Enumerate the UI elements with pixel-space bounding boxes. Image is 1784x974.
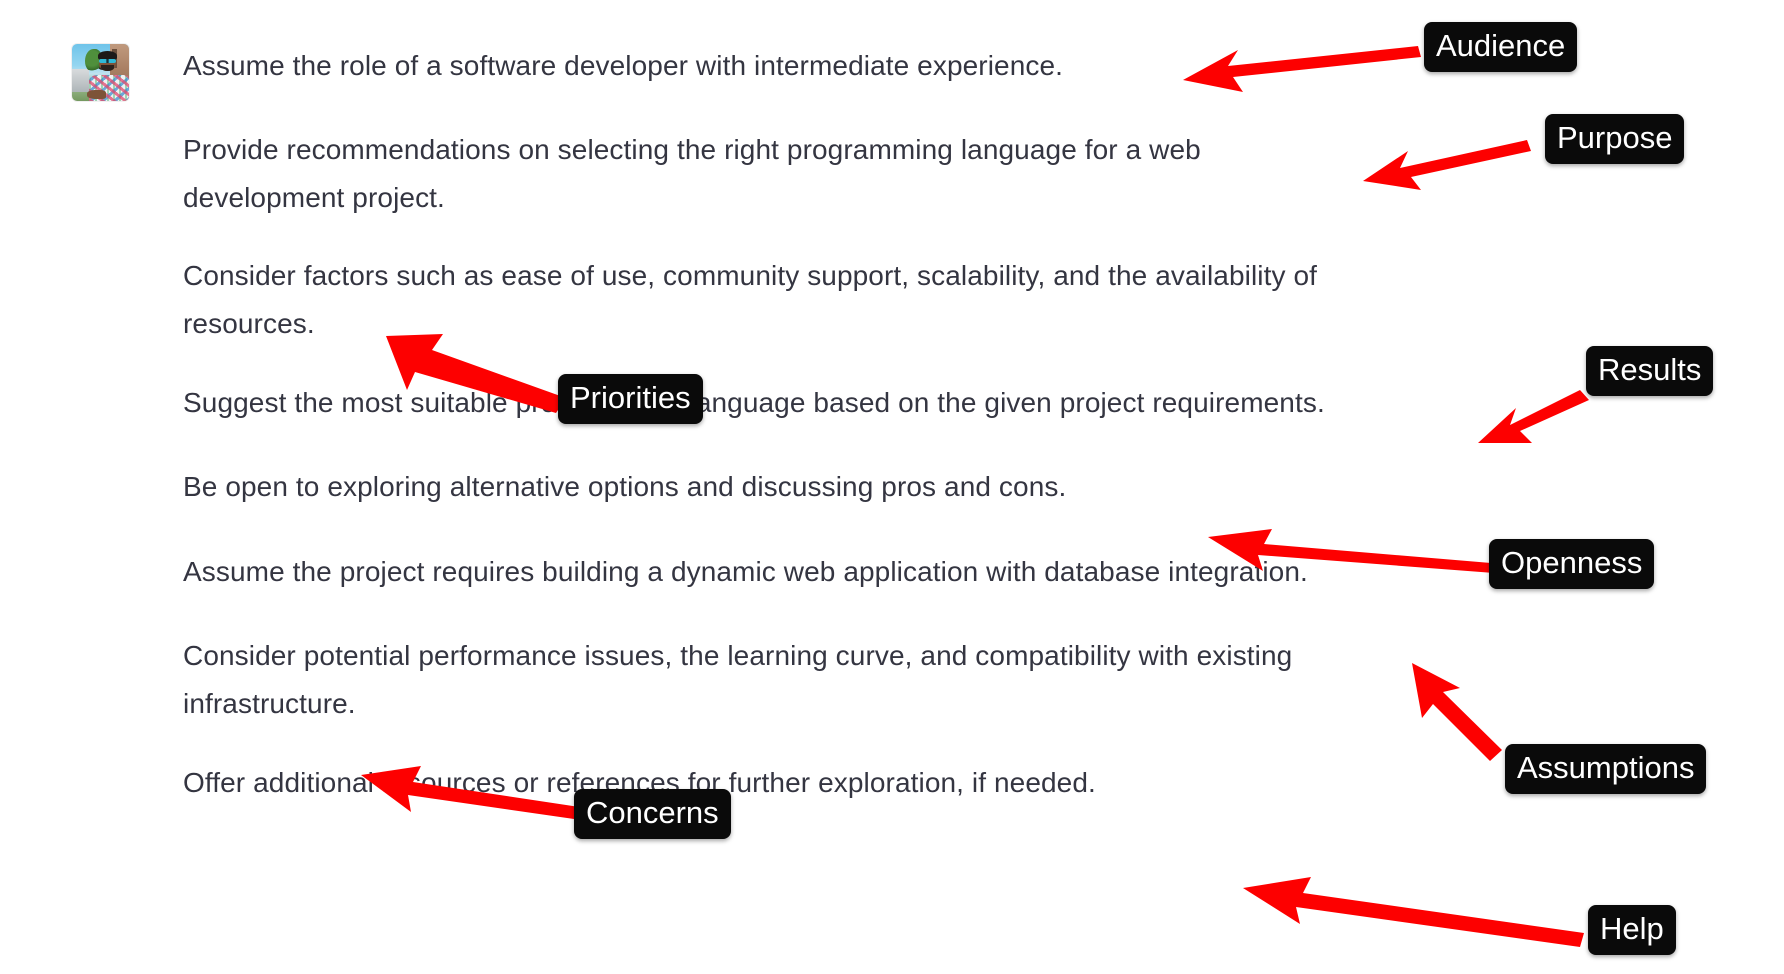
badge-assumptions: Assumptions [1505,744,1707,794]
arrow-purpose [1363,140,1531,190]
arrow-help [1243,877,1584,947]
prompt-line-assumptions: Assume the project requires building a d… [183,556,1308,587]
avatar-arm [86,89,107,99]
badge-help: Help [1588,905,1676,955]
prompt-line-priorities: Consider factors such as ease of use, co… [183,260,1318,339]
badge-results: Results [1586,346,1714,396]
prompt-line-help: Offer additional resources or references… [183,767,1096,798]
arrow-assumptions [1412,663,1502,761]
avatar-sunglasses [98,58,116,63]
arrow-results [1478,390,1589,443]
badge-priorities: Priorities [558,374,703,424]
avatar-building-left [72,69,90,92]
badge-concerns: Concerns [574,789,731,839]
badge-openness: Openness [1489,539,1655,589]
prompt-line-audience: Assume the role of a software developer … [183,50,1064,81]
badge-audience: Audience [1424,22,1578,72]
avatar [72,44,129,101]
prompt-line-results: Suggest the most suitable programming la… [183,387,1325,418]
prompt-line-openness: Be open to exploring alternative options… [183,471,1067,502]
avatar-photo [72,44,129,101]
prompt-line-purpose: Provide recommendations on selecting the… [183,134,1201,213]
prompt-line-concerns: Consider potential performance issues, t… [183,640,1293,719]
annotated-prompt-screenshot: Assume the role of a software developer … [0,0,1784,974]
badge-purpose: Purpose [1545,114,1685,164]
